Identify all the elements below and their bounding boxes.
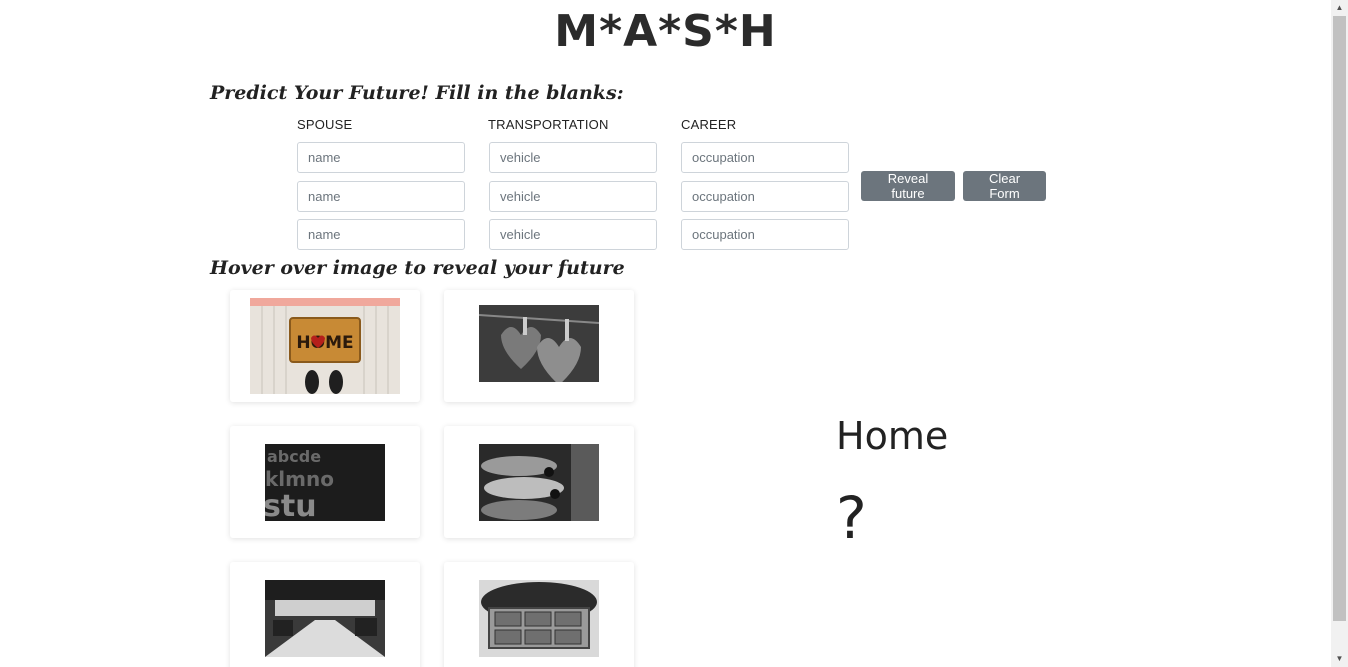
cars-image bbox=[479, 444, 599, 521]
career-input-3[interactable] bbox=[681, 219, 849, 250]
spouse-input-2[interactable] bbox=[297, 181, 465, 212]
image-card-love[interactable] bbox=[444, 290, 634, 402]
page: M*A*S*H Predict Your Future! Fill in the… bbox=[0, 0, 1331, 667]
image-card-money[interactable] bbox=[444, 562, 634, 667]
career-input-2[interactable] bbox=[681, 181, 849, 212]
result-value: ? bbox=[836, 484, 867, 552]
transportation-input-2[interactable] bbox=[489, 181, 657, 212]
transportation-input-1[interactable] bbox=[489, 142, 657, 173]
doormat-home-image: HOME bbox=[250, 298, 400, 394]
career-input-1[interactable] bbox=[681, 142, 849, 173]
svg-text:abcde: abcde bbox=[267, 447, 321, 466]
career-label: CAREER bbox=[681, 117, 737, 132]
scroll-up-arrow-icon[interactable]: ▲ bbox=[1331, 0, 1348, 16]
office-image bbox=[265, 580, 385, 657]
page-title: M*A*S*H bbox=[554, 6, 777, 57]
svg-text:klmno: klmno bbox=[265, 467, 334, 491]
form-instructions: Predict Your Future! Fill in the blanks: bbox=[210, 82, 624, 104]
image-card-letters[interactable]: abcde klmno stu bbox=[230, 426, 420, 538]
clear-form-button[interactable]: Clear Form bbox=[963, 171, 1046, 201]
scroll-down-arrow-icon[interactable]: ▼ bbox=[1331, 651, 1348, 667]
money-case-image bbox=[479, 580, 599, 657]
spouse-label: SPOUSE bbox=[297, 117, 353, 132]
result-category: Home bbox=[836, 414, 949, 458]
hover-instructions: Hover over image to reveal your future bbox=[210, 257, 625, 279]
transportation-label: TRANSPORTATION bbox=[488, 117, 609, 132]
letters-image: abcde klmno stu bbox=[265, 444, 385, 521]
image-card-cars[interactable] bbox=[444, 426, 634, 538]
image-card-home[interactable]: HOME bbox=[230, 290, 420, 402]
doormat-text: HOME bbox=[296, 333, 353, 353]
svg-text:stu: stu bbox=[265, 489, 317, 521]
vertical-scrollbar[interactable]: ▲ ▼ bbox=[1331, 0, 1348, 667]
transportation-input-3[interactable] bbox=[489, 219, 657, 250]
spouse-input-1[interactable] bbox=[297, 142, 465, 173]
scrollbar-thumb[interactable] bbox=[1333, 16, 1346, 621]
hearts-image bbox=[479, 305, 599, 382]
spouse-input-3[interactable] bbox=[297, 219, 465, 250]
image-card-office[interactable] bbox=[230, 562, 420, 667]
reveal-future-button[interactable]: Reveal future bbox=[861, 171, 955, 201]
